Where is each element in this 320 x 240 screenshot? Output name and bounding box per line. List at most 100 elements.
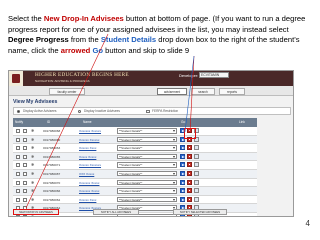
- student-name[interactable]: XXX Xxxxx: [79, 172, 94, 176]
- student-details-dropdown[interactable]: **Student Details**: [117, 145, 177, 151]
- table-row: ✱ 0017980062 Xxxxxx Xxxx **Student Detai…: [13, 195, 257, 205]
- nav-bar: faculty center advisement search reports: [9, 86, 293, 96]
- col-link: Link: [239, 120, 245, 124]
- select-checkbox[interactable]: [23, 146, 27, 151]
- col-name: Name: [83, 120, 92, 124]
- notify-checkbox[interactable]: [16, 163, 20, 168]
- star-icon[interactable]: ✱: [31, 180, 34, 185]
- student-name[interactable]: Xxxxxxx Xxxxx: [79, 189, 99, 193]
- student-id: 0017980071: [43, 163, 61, 168]
- active-advisees-label: Display Active Advisees: [23, 109, 57, 113]
- student-name[interactable]: Xxxxxx Xxxx: [79, 198, 96, 202]
- email-icon[interactable]: [194, 188, 199, 194]
- student-name[interactable]: Xxxxxxx Xxxxxx: [79, 129, 101, 133]
- notify-checkbox[interactable]: [16, 171, 20, 176]
- student-details-highlight: Student Details: [100, 35, 157, 45]
- star-icon[interactable]: ✱: [31, 162, 34, 167]
- email-icon[interactable]: [194, 170, 199, 176]
- notify-checkbox[interactable]: [16, 129, 20, 133]
- tab-search[interactable]: search: [191, 88, 215, 95]
- table-row: ✱ 0017980087 XXX Xxxxx **Student Details…: [13, 169, 257, 179]
- go-arrow-button[interactable]: [180, 145, 185, 151]
- tab-faculty-center[interactable]: faculty center: [49, 88, 85, 95]
- star-icon[interactable]: ✱: [31, 154, 34, 159]
- report-icon[interactable]: [187, 153, 192, 159]
- student-name[interactable]: Xxxxxx Xxxxxx: [79, 138, 99, 142]
- star-icon[interactable]: ✱: [31, 188, 34, 193]
- student-details-dropdown[interactable]: **Student Details**: [117, 188, 177, 194]
- report-icon[interactable]: [187, 188, 192, 194]
- logo-icon: [12, 74, 20, 83]
- select-checkbox[interactable]: [23, 189, 27, 194]
- instruction-text: Select the New Drop-In Advisees button a…: [8, 14, 314, 56]
- inactive-advisees-radio[interactable]: [78, 110, 81, 113]
- email-icon[interactable]: [194, 162, 199, 168]
- select-checkbox[interactable]: [23, 171, 27, 176]
- go-arrow-button[interactable]: [180, 162, 185, 168]
- new-dropin-highlight: New Drop-In Advisees: [43, 14, 124, 23]
- email-icon[interactable]: [194, 153, 199, 159]
- notify-checkbox[interactable]: [16, 137, 20, 142]
- star-icon[interactable]: ✱: [31, 128, 34, 133]
- student-id: 0017980060: [43, 137, 61, 142]
- email-icon[interactable]: [194, 145, 199, 151]
- notify-checkbox[interactable]: [16, 154, 20, 159]
- report-icon[interactable]: [187, 196, 192, 202]
- star-icon[interactable]: ✱: [31, 145, 34, 150]
- notify-checkbox[interactable]: [16, 180, 20, 185]
- star-icon[interactable]: ✱: [31, 171, 34, 176]
- student-details-dropdown[interactable]: **Student Details**: [117, 128, 177, 134]
- star-icon[interactable]: ✱: [31, 137, 34, 142]
- bottom-buttons: NEW DROP-IN ADVISEES NOTIFY ALL ADVISEES…: [13, 209, 257, 216]
- notify-all-advisees-button[interactable]: NOTIFY ALL ADVISEES: [93, 209, 139, 215]
- student-details-dropdown[interactable]: **Student Details**: [117, 196, 177, 203]
- student-details-dropdown[interactable]: **Student Details**: [117, 153, 177, 160]
- col-go: Go: [181, 120, 186, 124]
- notify-selected-advisees-button[interactable]: NOTIFY SELECTED ADVISEES: [173, 209, 227, 215]
- instruction-part: and skip to slide 9: [126, 45, 190, 55]
- report-icon[interactable]: [187, 179, 192, 185]
- report-icon[interactable]: [187, 170, 192, 176]
- table-header: Notify ID Name Go Link: [13, 118, 257, 127]
- notify-checkbox[interactable]: [16, 197, 20, 202]
- notify-checkbox[interactable]: [16, 189, 20, 194]
- student-details-dropdown[interactable]: **Student Details**: [117, 136, 177, 143]
- student-name[interactable]: Xxxxxxx Xxxxx: [79, 181, 99, 185]
- email-icon[interactable]: [194, 196, 199, 202]
- filter-options: Display Active Advisees Display Inactive…: [13, 107, 291, 115]
- select-checkbox[interactable]: [23, 137, 27, 142]
- table-row: ✱ 0017980068 Xxxxxxx Xxxxxx **Student De…: [13, 127, 257, 136]
- student-id: 0017980063: [43, 146, 61, 151]
- select-checkbox[interactable]: [23, 197, 27, 202]
- instruction-part: Select the: [8, 14, 44, 23]
- ferpa-checkbox[interactable]: [146, 109, 150, 113]
- select-checkbox[interactable]: [23, 154, 27, 159]
- tab-advisement[interactable]: advisement: [157, 88, 187, 95]
- select-checkbox[interactable]: [23, 180, 27, 185]
- select-checkbox[interactable]: [23, 163, 27, 168]
- student-details-dropdown[interactable]: **Student Details**: [117, 170, 177, 177]
- student-name[interactable]: Xxxxxx Xxxx: [79, 146, 96, 150]
- active-advisees-radio[interactable]: [17, 110, 20, 113]
- advisement-screenshot: HIGHER EDUCATION BEGINS HERE NAVIGATION:…: [8, 70, 294, 217]
- tab-reports[interactable]: reports: [219, 88, 245, 95]
- go-arrow-button[interactable]: [180, 153, 185, 159]
- student-details-dropdown[interactable]: **Student Details**: [117, 179, 177, 186]
- student-name[interactable]: Xxxxx Xxxxx: [79, 155, 96, 159]
- report-icon[interactable]: [187, 145, 192, 151]
- notify-checkbox[interactable]: [16, 146, 20, 151]
- go-arrow-button[interactable]: [180, 196, 185, 202]
- email-icon[interactable]: [194, 179, 199, 185]
- go-arrow-button[interactable]: [180, 179, 185, 185]
- new-dropin-advisees-button[interactable]: NEW DROP-IN ADVISEES: [13, 209, 59, 215]
- go-arrow-button[interactable]: [180, 170, 185, 176]
- instruction-part: button: [102, 45, 127, 55]
- college-logo: [9, 71, 23, 86]
- star-icon[interactable]: ✱: [31, 197, 34, 202]
- go-arrow-button[interactable]: [180, 188, 185, 194]
- student-details-dropdown[interactable]: **Student Details**: [117, 162, 177, 168]
- inactive-advisees-label: Display Inactive Advisees: [84, 109, 120, 113]
- student-name[interactable]: Xxxxxx Xxxxxxx: [79, 163, 101, 167]
- report-icon[interactable]: [187, 162, 192, 168]
- select-checkbox[interactable]: [23, 129, 27, 133]
